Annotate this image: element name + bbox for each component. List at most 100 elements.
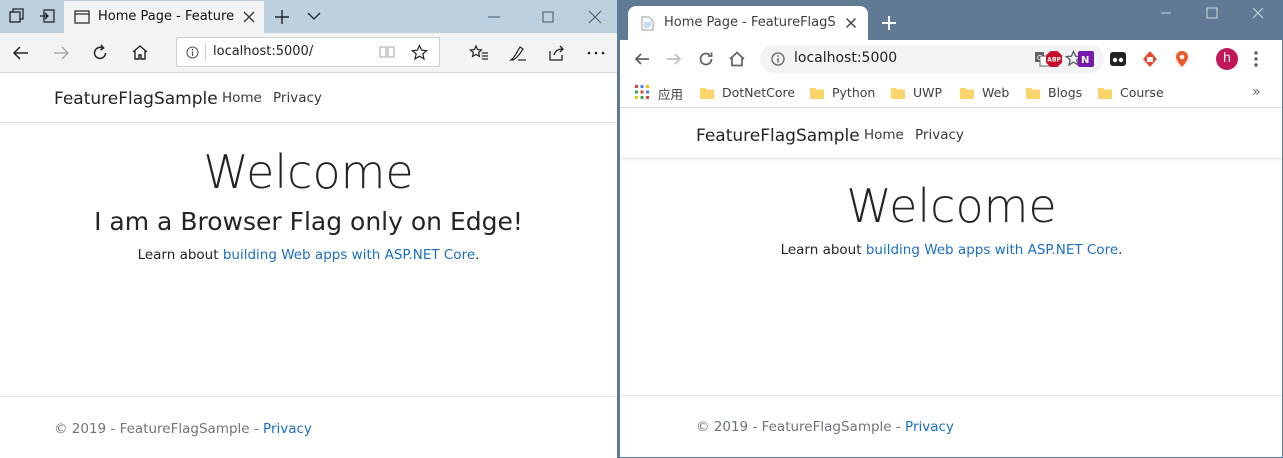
adblock-plus-icon[interactable]: ABP [1045, 50, 1063, 68]
nav-privacy-link[interactable]: Privacy [273, 90, 322, 106]
back-arrow-icon[interactable] [11, 43, 31, 63]
home-icon[interactable] [728, 50, 746, 68]
site-brand[interactable]: FeatureFlagSample [54, 89, 218, 109]
learn-prefix: Learn about [780, 242, 866, 258]
more-icon[interactable] [586, 43, 606, 63]
close-icon[interactable] [845, 17, 857, 29]
browser-flag-heading: I am a Browser Flag only on Edge! [94, 207, 523, 236]
bookmark-folder-uwp[interactable]: UWP [891, 84, 942, 102]
bookmark-folder-python[interactable]: Python [810, 84, 875, 102]
share-icon[interactable] [547, 43, 567, 63]
maximize-icon[interactable] [1206, 7, 1218, 19]
folder-icon [891, 87, 905, 99]
edge-page-content: FeatureFlagSample Home Privacy Welcome I… [0, 73, 617, 458]
chrome-url-text[interactable]: localhost:5000 [794, 50, 897, 66]
chrome-tab-strip: Home Page - FeatureFlagSamp [620, 0, 1282, 40]
page-icon [74, 10, 90, 24]
footer-text: © 2019 - FeatureFlagSample - [54, 421, 264, 437]
apps-label: 应用 [658, 87, 684, 102]
location-pin-icon[interactable] [1173, 50, 1191, 68]
footer-privacy-link[interactable]: Privacy [263, 421, 312, 437]
extension-icon[interactable] [1109, 50, 1127, 68]
forward-arrow-icon[interactable] [51, 43, 71, 63]
chrome-toolbar: localhost:5000 G ABP N h [620, 40, 1282, 78]
site-navbar: FeatureFlagSample Home Privacy [620, 109, 1282, 159]
bookmark-folder-blogs[interactable]: Blogs [1026, 84, 1082, 102]
onenote-icon[interactable]: N [1077, 50, 1095, 68]
home-icon[interactable] [130, 43, 150, 63]
postman-icon[interactable] [1141, 50, 1159, 68]
back-arrow-icon[interactable] [633, 50, 651, 68]
new-tab-icon[interactable] [274, 9, 290, 25]
folder-icon [1026, 87, 1040, 99]
maximize-icon[interactable] [541, 10, 555, 24]
bookmark-label: UWP [913, 85, 943, 100]
edge-url-text[interactable]: localhost:5000/ [213, 44, 313, 59]
menu-icon[interactable] [1253, 50, 1259, 68]
tab-manager-icon[interactable] [8, 7, 26, 25]
chrome-active-tab[interactable]: Home Page - FeatureFlagSamp [628, 6, 868, 40]
welcome-heading: Welcome [846, 179, 1057, 233]
bookmarks-bar: 应用 DotNetCore Python UWP Web Blogs Cours… [620, 78, 1282, 108]
set-aside-tabs-icon[interactable] [38, 7, 56, 25]
edge-navigation-bar: localhost:5000/ [0, 33, 617, 73]
svg-text:G: G [1037, 54, 1042, 62]
site-navbar: FeatureFlagSample Home Privacy [0, 73, 617, 123]
close-icon[interactable] [242, 10, 256, 24]
reading-view-icon[interactable] [379, 45, 395, 59]
nav-privacy-link[interactable]: Privacy [915, 127, 964, 143]
svg-text:ABP: ABP [1047, 57, 1061, 64]
minimize-icon[interactable] [487, 10, 501, 24]
star-icon[interactable] [411, 44, 428, 61]
edge-address-bar[interactable]: localhost:5000/ [176, 37, 440, 67]
learn-suffix: . [1118, 242, 1123, 258]
bookmark-folder-web[interactable]: Web [960, 84, 1009, 102]
learn-link[interactable]: building Web apps with ASP.NET Core [866, 242, 1118, 258]
learn-prefix: Learn about [137, 247, 223, 263]
window-close-icon[interactable] [1252, 7, 1264, 19]
edge-window: Home Page - FeatureFla localhost:5000/ F… [0, 0, 617, 458]
learn-paragraph: Learn about building Web apps with ASP.N… [0, 247, 617, 263]
bookmark-label: Course [1120, 85, 1164, 100]
address-separator [205, 43, 206, 61]
info-icon[interactable] [186, 46, 199, 59]
bookmark-label: Python [832, 85, 876, 100]
forward-arrow-icon[interactable] [665, 50, 683, 68]
minimize-icon[interactable] [1160, 7, 1172, 19]
refresh-icon[interactable] [90, 43, 110, 63]
favorites-icon[interactable] [469, 43, 489, 63]
folder-icon [1098, 87, 1112, 99]
footer-privacy-link[interactable]: Privacy [905, 419, 954, 435]
refresh-icon[interactable] [697, 50, 715, 68]
folder-icon [960, 87, 974, 99]
footer-text: © 2019 - FeatureFlagSample - [696, 419, 906, 435]
bookmark-folder-dotnetcore[interactable]: DotNetCore [700, 84, 795, 102]
chrome-tab-title: Home Page - FeatureFlagSamp [664, 15, 836, 30]
learn-link[interactable]: building Web apps with ASP.NET Core [223, 247, 475, 263]
welcome-heading: Welcome [203, 145, 414, 199]
bookmarks-overflow-icon[interactable]: » [1252, 84, 1261, 100]
site-brand[interactable]: FeatureFlagSample [696, 126, 860, 146]
site-footer: © 2019 - FeatureFlagSample - Privacy [696, 419, 954, 435]
bookmark-folder-course[interactable]: Course [1098, 84, 1164, 102]
folder-icon [810, 87, 824, 99]
document-icon [641, 16, 654, 31]
pen-icon[interactable] [508, 43, 528, 63]
bookmark-label: Web [982, 85, 1010, 100]
nav-home-link[interactable]: Home [864, 127, 904, 143]
chrome-window: Home Page - FeatureFlagSamp localhost:50… [620, 0, 1283, 458]
nav-home-link[interactable]: Home [222, 90, 262, 106]
profile-avatar[interactable]: h [1216, 48, 1238, 70]
learn-paragraph: Learn about building Web apps with ASP.N… [620, 242, 1282, 258]
svg-text:N: N [1081, 55, 1089, 66]
new-tab-icon[interactable] [882, 16, 896, 30]
learn-suffix: . [475, 247, 480, 263]
info-icon[interactable] [771, 52, 785, 66]
bookmark-label: Blogs [1048, 85, 1083, 100]
bookmark-apps[interactable]: 应用 [658, 84, 683, 102]
chevron-down-icon[interactable] [307, 10, 321, 22]
apps-grid-icon[interactable] [635, 85, 649, 99]
edge-active-tab[interactable]: Home Page - FeatureFla [64, 1, 264, 33]
footer-divider [0, 396, 617, 397]
window-close-icon[interactable] [588, 10, 602, 24]
